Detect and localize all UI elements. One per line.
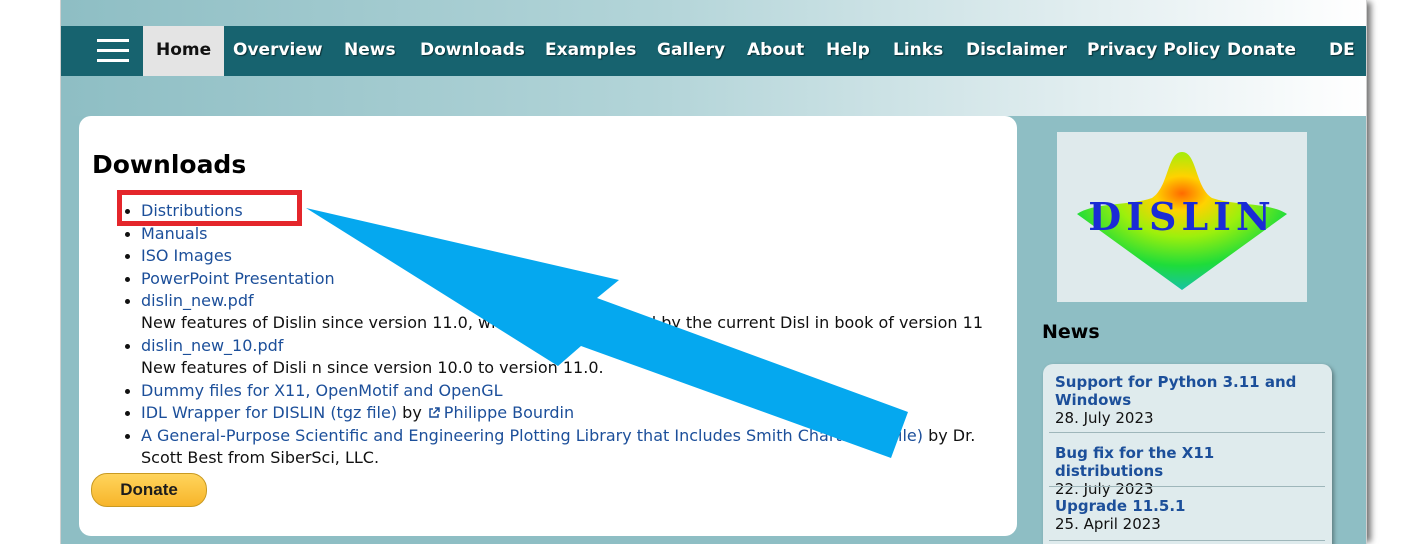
news-divider — [1049, 486, 1325, 487]
nav-home[interactable]: Home — [143, 26, 225, 76]
page-title: Downloads — [92, 150, 247, 179]
list-item: Manuals — [125, 223, 1021, 245]
dislin-logo: DISLIN — [1057, 132, 1307, 302]
nav-about[interactable]: About — [747, 26, 804, 76]
nav-donate[interactable]: Donate — [1227, 26, 1296, 76]
news-item-title[interactable]: Support for Python 3.11 and Windows — [1055, 373, 1327, 409]
downloads-list: Distributions Manuals ISO Images PowerPo… — [125, 200, 1021, 469]
smith-charts-pdf-link[interactable]: A General-Purpose Scientific and Enginee… — [141, 426, 923, 445]
manuals-link[interactable]: Manuals — [141, 224, 207, 243]
list-item: dislin_new.pdf New features of Dislin sin… — [125, 290, 1021, 334]
news-item: Bug fix for the X11 distributions 22. Ju… — [1055, 444, 1327, 498]
list-item: A General-Purpose Scientific and Enginee… — [125, 425, 1021, 469]
dislin-new-10-pdf-description: New features of Disli n since version 10… — [141, 357, 604, 377]
news-item-date: 25. April 2023 — [1055, 515, 1161, 533]
nav-links[interactable]: Links — [893, 26, 943, 76]
news-item-title[interactable]: Upgrade 11.5.1 — [1055, 497, 1327, 515]
nav-news[interactable]: News — [344, 26, 396, 76]
dislin-new-10-pdf-link[interactable]: dislin_new_10.pdf — [141, 336, 283, 355]
nav-downloads[interactable]: Downloads — [420, 26, 525, 76]
news-heading: News — [1042, 321, 1100, 343]
by-text: by — [402, 403, 422, 423]
distributions-link[interactable]: Distributions — [141, 201, 243, 220]
nav-privacy-policy[interactable]: Privacy Policy — [1087, 26, 1220, 76]
news-divider — [1049, 540, 1325, 541]
nav-disclaimer[interactable]: Disclaimer — [966, 26, 1067, 76]
dislin-logo-graphic: DISLIN — [1077, 152, 1287, 290]
news-panel: Support for Python 3.11 and Windows 28. … — [1043, 364, 1332, 544]
news-item: Support for Python 3.11 and Windows 28. … — [1055, 373, 1327, 427]
iso-images-link[interactable]: ISO Images — [141, 246, 232, 265]
list-item: Distributions — [125, 200, 1021, 222]
page: Home Overview News Downloads Examples Ga… — [60, 0, 1367, 544]
news-divider — [1049, 432, 1325, 433]
logo-text: DISLIN — [1088, 194, 1275, 239]
list-item: dislin_new_10.pdf New features of Disli n… — [125, 335, 1021, 379]
top-navigation: Home Overview News Downloads Examples Ga… — [61, 26, 1366, 76]
dislin-new-pdf-description: New features of Dislin since version 11.… — [141, 313, 983, 333]
main-content: Downloads Distributions Manuals ISO Imag… — [79, 116, 1017, 536]
list-item: PowerPoint Presentation — [125, 268, 1021, 290]
nav-language-de[interactable]: DE — [1329, 26, 1355, 76]
news-item-title[interactable]: Bug fix for the X11 distributions — [1055, 444, 1327, 480]
donate-button[interactable]: Donate — [91, 473, 207, 507]
philippe-bourdin-link[interactable]: Philippe Bourdin — [444, 403, 574, 422]
nav-examples[interactable]: Examples — [545, 26, 636, 76]
dummy-files-link[interactable]: Dummy files for X11, OpenMotif and OpenG… — [141, 381, 503, 400]
list-item: IDL Wrapper for DISLIN (tgz file) by Phil… — [125, 402, 1021, 424]
external-link-icon — [429, 407, 440, 418]
list-item: Dummy files for X11, OpenMotif and OpenG… — [125, 380, 1021, 402]
idl-wrapper-link[interactable]: IDL Wrapper for DISLIN (tgz file) — [141, 403, 397, 422]
news-item: Upgrade 11.5.1 25. April 2023 — [1055, 497, 1327, 533]
nav-gallery[interactable]: Gallery — [657, 26, 725, 76]
nav-help[interactable]: Help — [826, 26, 870, 76]
list-item: ISO Images — [125, 245, 1021, 267]
news-item-date: 28. July 2023 — [1055, 409, 1154, 427]
hamburger-menu-icon[interactable] — [97, 39, 129, 63]
news-item-date: 22. July 2023 — [1055, 480, 1154, 498]
powerpoint-link[interactable]: PowerPoint Presentation — [141, 269, 335, 288]
nav-overview[interactable]: Overview — [233, 26, 323, 76]
dislin-new-pdf-link[interactable]: dislin_new.pdf — [141, 291, 254, 310]
